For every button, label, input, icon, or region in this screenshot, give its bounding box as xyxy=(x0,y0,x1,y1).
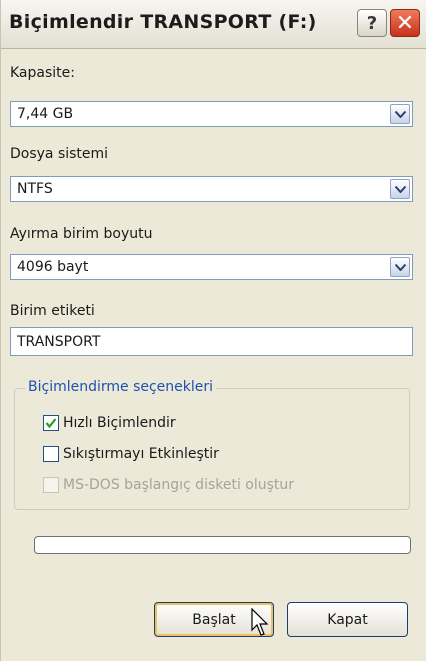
format-options-title: Biçimlendirme seçenekleri xyxy=(25,379,217,395)
quick-format-label: Hızlı Biçimlendir xyxy=(63,415,176,431)
allocation-unit-value: 4096 bayt xyxy=(17,259,89,275)
file-system-dropdown[interactable]: NTFS xyxy=(10,176,413,202)
close-button[interactable]: Kapat xyxy=(287,602,408,637)
file-system-value: NTFS xyxy=(17,181,53,197)
format-progress-bar xyxy=(34,536,411,554)
capacity-dropdown-arrow[interactable] xyxy=(390,104,410,124)
volume-label-label: Birim etiketi xyxy=(10,303,95,319)
msdos-startup-disk-label: MS-DOS başlangıç disketi oluştur xyxy=(63,477,295,493)
mouse-pointer-icon xyxy=(251,608,269,636)
chevron-down-icon xyxy=(395,111,406,118)
volume-label-input[interactable] xyxy=(10,327,413,356)
allocation-unit-label: Ayırma birim boyutu xyxy=(10,226,153,242)
msdos-startup-disk-checkbox xyxy=(43,477,59,493)
title-bar[interactable]: Biçimlendir TRANSPORT (F:) ? ✕ xyxy=(1,0,426,49)
capacity-label: Kapasite: xyxy=(10,65,75,81)
quick-format-checkbox[interactable] xyxy=(43,415,59,431)
file-system-label: Dosya sistemi xyxy=(10,146,109,162)
close-window-button[interactable]: ✕ xyxy=(390,9,420,37)
enable-compression-checkbox[interactable] xyxy=(43,446,59,462)
checkmark-icon xyxy=(45,418,57,429)
allocation-unit-dropdown-arrow[interactable] xyxy=(390,257,410,277)
question-mark-icon: ? xyxy=(366,12,378,34)
format-dialog: Biçimlendir TRANSPORT (F:) ? ✕ Kapasite:… xyxy=(0,0,426,661)
capacity-value: 7,44 GB xyxy=(17,106,74,122)
file-system-dropdown-arrow[interactable] xyxy=(390,179,410,199)
enable-compression-label: Sıkıştırmayı Etkinleştir xyxy=(63,446,219,462)
chevron-down-icon xyxy=(395,186,406,193)
window-title: Biçimlendir TRANSPORT (F:) xyxy=(9,11,317,33)
capacity-dropdown[interactable]: 7,44 GB xyxy=(10,101,413,127)
help-button[interactable]: ? xyxy=(357,9,387,37)
chevron-down-icon xyxy=(395,264,406,271)
close-icon: ✕ xyxy=(395,10,415,36)
allocation-unit-dropdown[interactable]: 4096 bayt xyxy=(10,254,413,280)
